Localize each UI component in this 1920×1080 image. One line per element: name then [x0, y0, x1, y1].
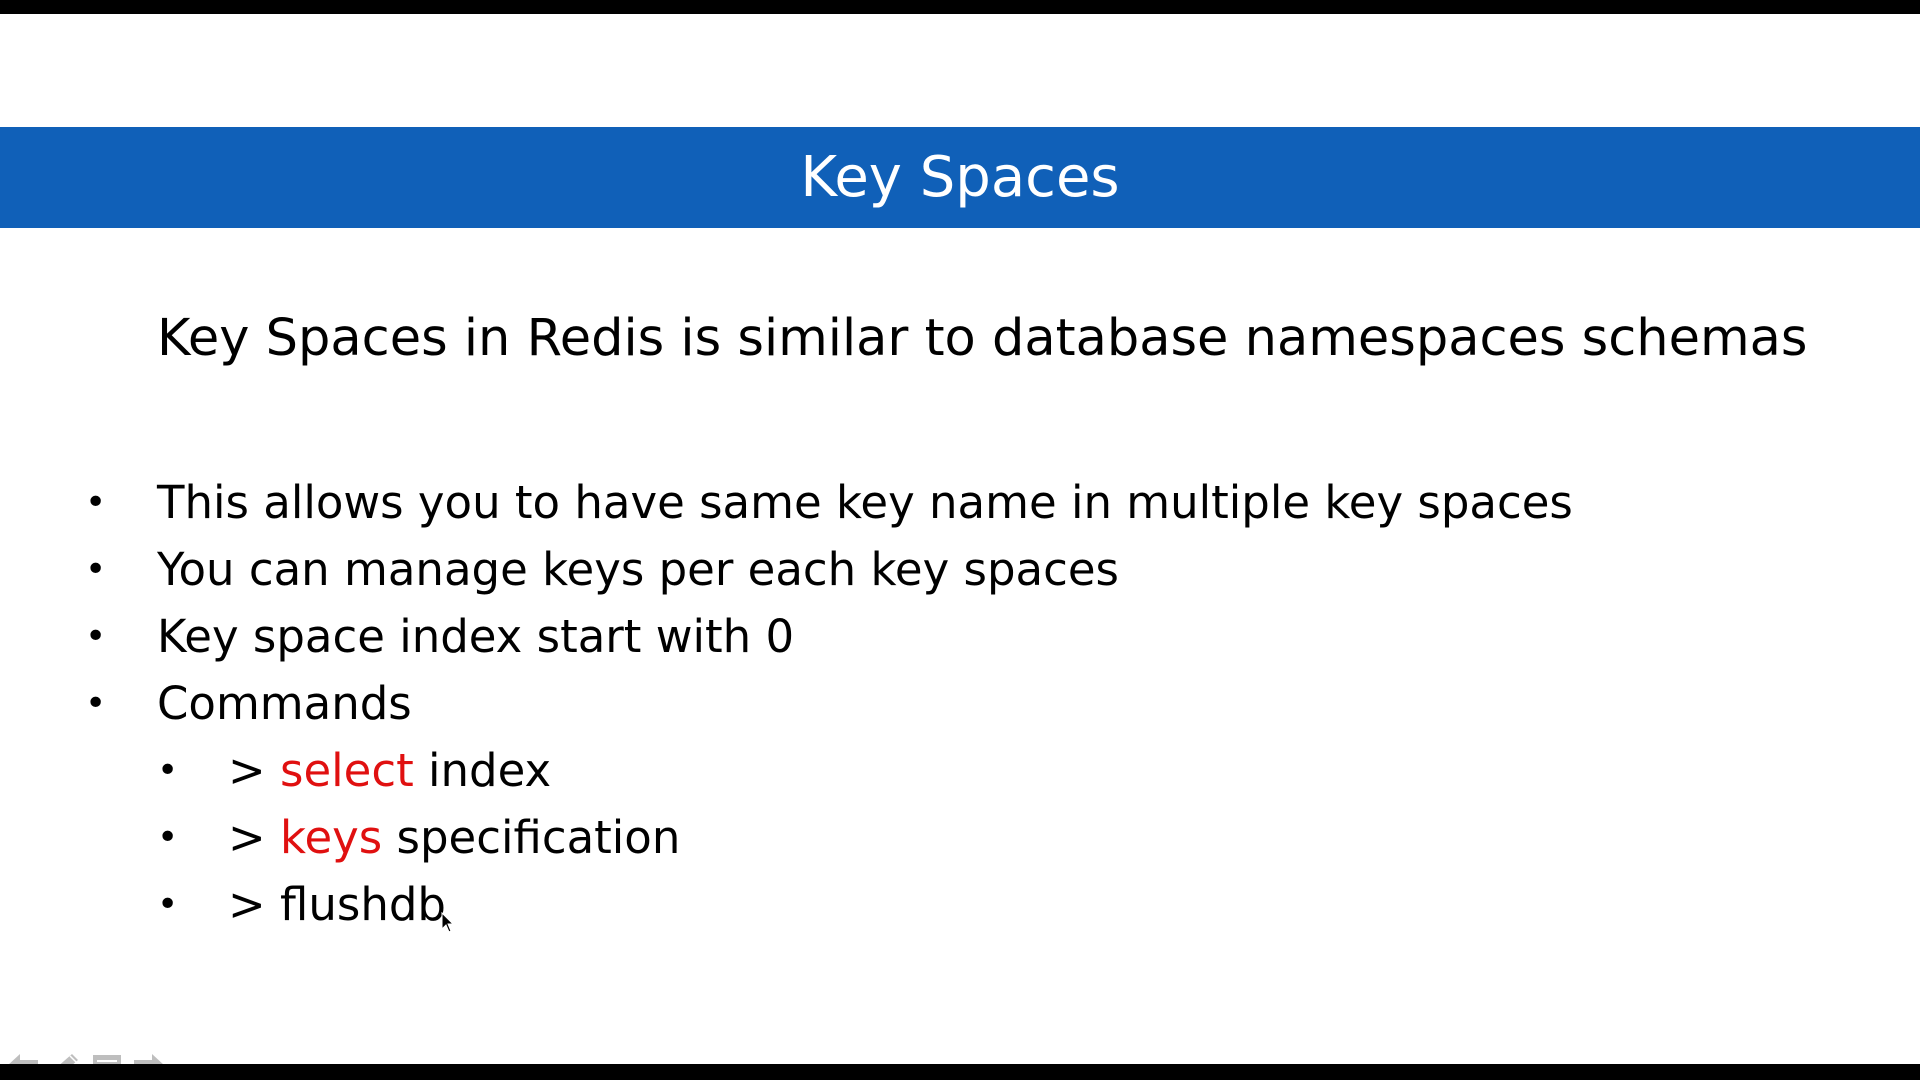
command-rest: index	[413, 744, 552, 797]
video-frame: Key Spaces Key Spaces in Redis is simila…	[0, 0, 1920, 1080]
command-rest: flushdb	[280, 878, 446, 931]
arrow-left-icon	[9, 1054, 38, 1064]
arrow-right-icon	[134, 1054, 163, 1064]
command-text: > keys specification	[228, 804, 680, 871]
previous-slide-button[interactable]	[4, 1050, 42, 1064]
command-item: • > flushdb	[0, 871, 1920, 938]
command-prompt: >	[228, 811, 281, 864]
bullet-dot: •	[85, 683, 107, 724]
command-item: • > select index	[0, 737, 1920, 804]
bullet-dot: •	[85, 616, 107, 657]
bullet-text: Key space index start with 0	[157, 610, 795, 663]
command-prompt: >	[228, 744, 281, 797]
bullet-item: • This allows you to have same key name …	[0, 469, 1920, 536]
slide-navigation	[4, 1048, 168, 1064]
intro-text: Key Spaces in Redis is similar to databa…	[157, 309, 1808, 368]
slide-menu-button[interactable]	[88, 1050, 126, 1064]
menu-icon	[93, 1055, 121, 1064]
next-slide-button[interactable]	[130, 1050, 168, 1064]
bullet-item: • Key space index start with 0	[0, 603, 1920, 670]
command-text: > flushdb	[228, 871, 446, 938]
bullet-list: • This allows you to have same key name …	[0, 469, 1920, 938]
bullet-dot: •	[85, 482, 107, 523]
bullet-text: This allows you to have same key name in…	[157, 476, 1573, 529]
command-keyword: select	[280, 744, 414, 797]
command-item: • > keys specification	[0, 804, 1920, 871]
command-rest: specification	[382, 811, 681, 864]
bullet-dot: •	[157, 817, 179, 858]
mouse-cursor-icon	[441, 912, 455, 933]
slide-title-bar: Key Spaces	[0, 127, 1920, 228]
bullet-dot: •	[157, 884, 179, 925]
bullet-text: You can manage keys per each key spaces	[157, 543, 1120, 596]
bullet-dot: •	[157, 750, 179, 791]
slide-title: Key Spaces	[800, 144, 1120, 210]
bullet-item: • You can manage keys per each key space…	[0, 536, 1920, 603]
pen-icon	[60, 1054, 78, 1064]
bullet-text: Commands	[157, 677, 412, 730]
command-keyword: keys	[280, 811, 383, 864]
presentation-slide: Key Spaces Key Spaces in Redis is simila…	[0, 14, 1920, 1064]
bullet-item: • Commands	[0, 670, 1920, 737]
bullet-dot: •	[85, 549, 107, 590]
pen-tool-button[interactable]	[46, 1050, 84, 1064]
command-prompt: >	[228, 878, 281, 931]
command-text: > select index	[228, 737, 551, 804]
